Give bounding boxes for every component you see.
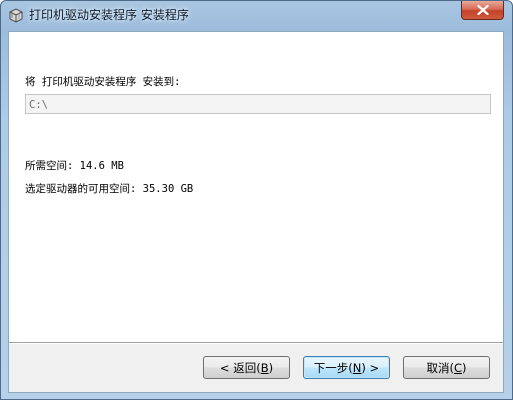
install-location-prompt: 将 打印机驱动安装程序 安装到: xyxy=(25,76,181,88)
title-bar[interactable]: 打印机驱动安装程序 安装程序 xyxy=(1,1,512,29)
available-space-label: 选定驱动器的可用空间: xyxy=(25,183,137,195)
required-space-value: 14.6 MB xyxy=(79,160,124,172)
close-button[interactable] xyxy=(461,1,504,20)
installer-box-icon xyxy=(8,7,24,23)
required-space-row: 所需空间: 14.6 MB xyxy=(25,159,124,173)
footer-separator xyxy=(9,342,503,344)
required-space-label: 所需空间: xyxy=(25,160,74,172)
content-panel: 将 打印机驱动安装程序 安装到: 所需空间: 14.6 MB 选定驱动器的可用空… xyxy=(9,32,503,342)
next-button[interactable]: 下一步(N) > xyxy=(303,356,390,379)
available-space-row: 选定驱动器的可用空间: 35.30 GB xyxy=(25,182,193,196)
available-space-value: 35.30 GB xyxy=(142,183,194,195)
dialog-client-area: 将 打印机驱动安装程序 安装到: 所需空间: 14.6 MB 选定驱动器的可用空… xyxy=(8,31,504,393)
back-button[interactable]: < 返回(B) xyxy=(203,356,290,379)
installer-window: 打印机驱动安装程序 安装程序 将 打印机驱动安装程序 安装到: 所需空间: 14… xyxy=(0,0,513,400)
install-path-field[interactable] xyxy=(25,94,491,114)
close-x-icon xyxy=(477,5,489,15)
cancel-button[interactable]: 取消(C) xyxy=(403,356,490,379)
window-title: 打印机驱动安装程序 安装程序 xyxy=(29,8,189,22)
